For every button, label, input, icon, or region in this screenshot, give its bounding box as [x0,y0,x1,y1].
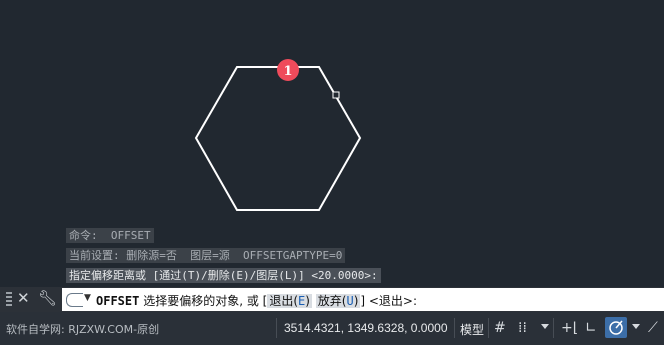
history-line-1: 命令: OFFSET [66,228,154,243]
ortho-icon[interactable]: ∟ [585,319,597,337]
coordinate-readout[interactable]: 3514.4321, 1349.6328, 0.0000 [284,321,448,335]
command-input[interactable]: ▼ OFFSET 选择要偏移的对象, 或 [退出(E) 放弃(U)] <退出>: [62,288,664,311]
divider [488,318,489,338]
prompt-suffix: ] <退出>: [360,294,418,308]
history-line-2: 当前设置: 删除源=否 图层=源 OFFSETGAPTYPE=0 [66,248,346,263]
dynamic-input-icon[interactable]: +⌊ [561,319,578,337]
divider [553,318,554,338]
polar-dropdown-icon[interactable] [632,324,640,329]
option-undo[interactable]: 放弃(U) [315,294,361,308]
polar-icon [609,320,623,335]
model-space-button[interactable]: 模型 [460,321,484,338]
recent-commands-dropdown-icon[interactable]: ▼ [84,293,91,303]
drawing-area[interactable]: 1 [0,0,664,287]
command-prompt-text: OFFSET 选择要偏移的对象, 或 [退出(E) 放弃(U)] <退出>: [96,292,417,309]
watermark-text: 软件自学网: RJZXW.COM-原创 [6,323,160,336]
history-line-3: 指定偏移距离或 [通过(T)/删除(E)/图层(L)] <20.0000>: [66,268,381,283]
command-bar-tools: ✕ 🔧︎ [0,287,62,312]
command-name: OFFSET [96,294,140,308]
snap-grid-icon[interactable]: ⁞⁞ [518,319,527,337]
command-bar: ✕ 🔧︎ ▼ OFFSET 选择要偏移的对象, 或 [退出(E) 放弃(U)] … [0,287,664,312]
divider [454,318,455,338]
osnap-icon[interactable]: ⟋ [648,319,658,337]
prompt-text: 选择要偏移的对象, 或 [ [143,294,268,308]
divider [276,318,277,338]
drag-handle[interactable] [6,292,12,307]
option-exit[interactable]: 退出(E) [267,294,312,308]
grip-square[interactable] [332,91,340,99]
snap-dropdown-icon[interactable] [541,324,549,329]
drawing-canvas[interactable]: 1 命令: OFFSET 当前设置: 删除源=否 图层=源 OFFSETGAPT… [0,0,664,287]
wrench-icon[interactable]: 🔧︎ [38,289,57,307]
status-bar: 软件自学网: RJZXW.COM-原创 3514.4321, 1349.6328… [0,312,664,345]
command-prompt-icon [66,293,83,307]
step-marker-number: 1 [283,64,292,79]
grid-icon[interactable]: # [494,319,506,337]
close-icon[interactable]: ✕ [17,289,30,307]
hexagon-shape[interactable] [194,66,362,211]
polar-tracking-toggle[interactable] [605,317,627,338]
